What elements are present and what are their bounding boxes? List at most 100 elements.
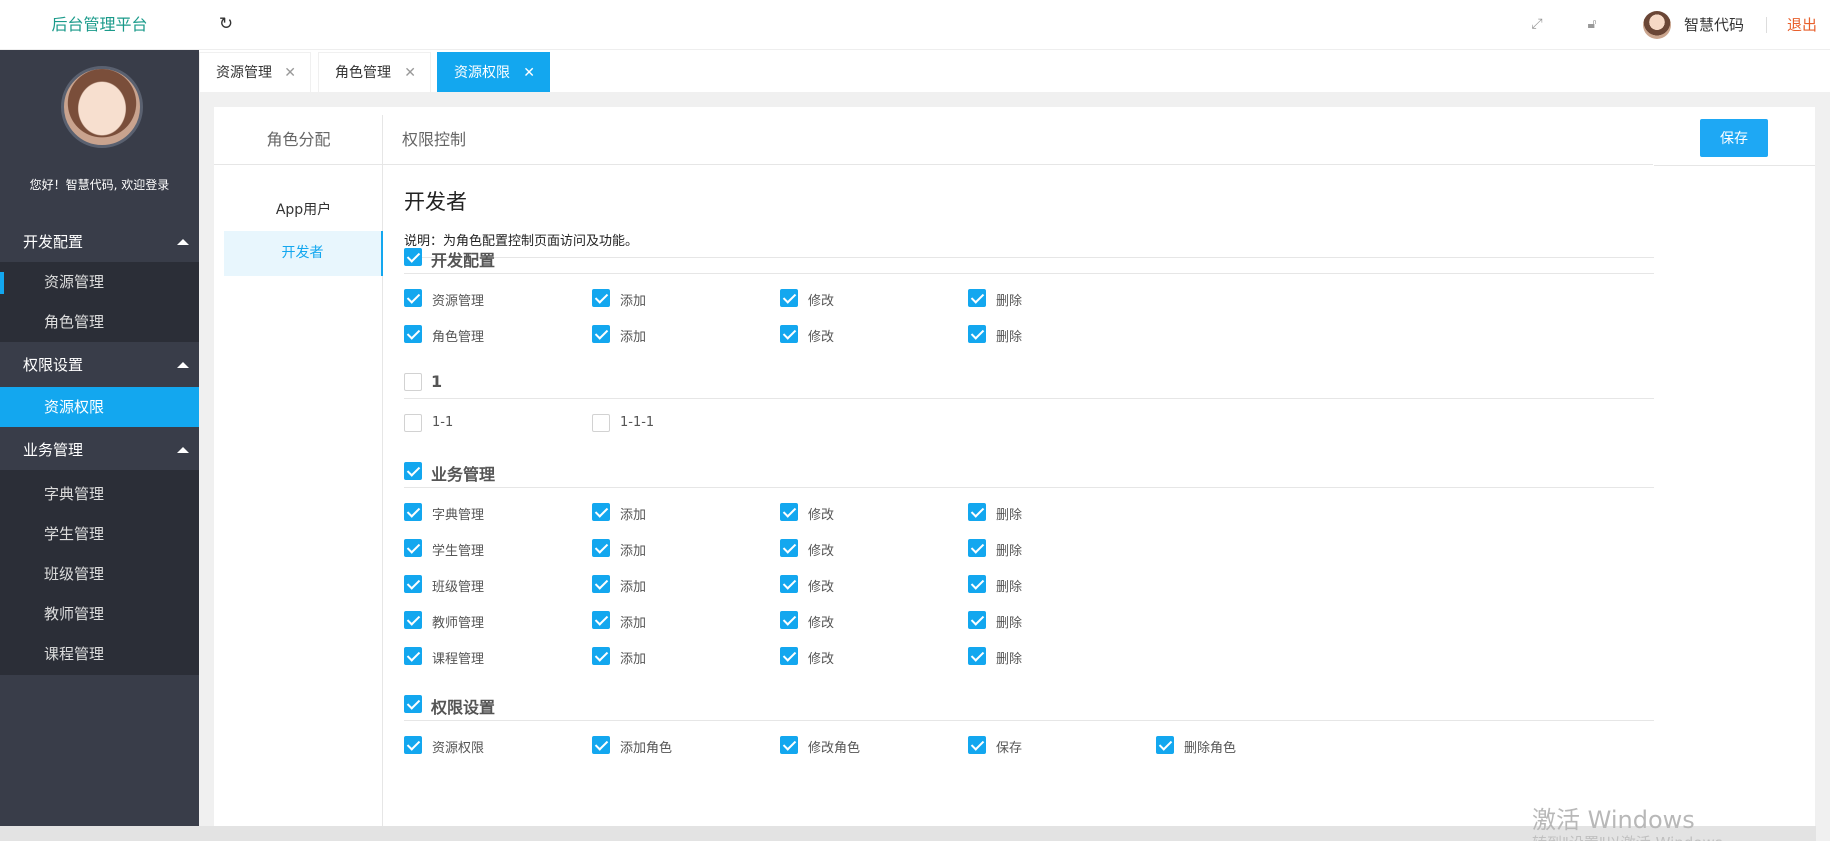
permission-checkbox[interactable] — [968, 325, 986, 343]
permission-label: 角色管理 — [432, 330, 485, 345]
permission-checkbox[interactable] — [592, 289, 610, 307]
sidebar-item-label: 班级管理 — [44, 565, 105, 583]
permission-checkbox[interactable] — [592, 611, 610, 629]
menu-group-label: 业务管理 — [23, 441, 84, 459]
selected-role-title: 开发者 — [404, 190, 467, 214]
role-item-app-user[interactable]: App用户 — [224, 188, 383, 233]
permission-checkbox[interactable] — [592, 575, 610, 593]
permission-checkbox[interactable] — [968, 611, 986, 629]
permission-checkbox[interactable] — [404, 575, 422, 593]
permission-checkbox[interactable] — [592, 503, 610, 521]
close-icon[interactable]: ✕ — [284, 53, 296, 93]
refresh-icon[interactable]: ↻ — [216, 14, 236, 34]
permission-checkbox[interactable] — [780, 736, 798, 754]
group-checkbox[interactable] — [404, 373, 422, 391]
top-header: 后台管理平台 ↻ ⤢ 🔓︎ 智慧代码 退出 — [0, 0, 1830, 50]
tab-label: 资源权限 — [454, 65, 510, 81]
permission-checkbox[interactable] — [968, 503, 986, 521]
permission-checkbox[interactable] — [592, 325, 610, 343]
permission-checkbox[interactable] — [780, 647, 798, 665]
menu-group-dev-config[interactable]: 开发配置 — [0, 222, 199, 262]
permission-label: 删除 — [996, 616, 1023, 631]
lock-icon[interactable]: 🔓︎ — [1582, 14, 1602, 34]
permission-checkbox[interactable] — [404, 325, 422, 343]
permission-checkbox[interactable] — [780, 325, 798, 343]
permission-checkbox[interactable] — [968, 289, 986, 307]
permission-label: 教师管理 — [432, 616, 485, 631]
permission-checkbox[interactable] — [968, 575, 986, 593]
tab-resource-permission[interactable]: 资源权限 ✕ — [437, 52, 550, 92]
permission-checkbox[interactable] — [404, 647, 422, 665]
permission-checkbox[interactable] — [780, 539, 798, 557]
caret-up-icon — [177, 362, 189, 368]
sidebar-item-students[interactable]: 学生管理 — [0, 514, 199, 554]
save-button[interactable]: 保存 — [1700, 119, 1768, 157]
permission-checkbox[interactable] — [1156, 736, 1174, 754]
permission-checkbox[interactable] — [592, 539, 610, 557]
sidebar-item-teachers[interactable]: 教师管理 — [0, 594, 199, 634]
permission-label: 删除 — [996, 580, 1023, 595]
sidebar-item-dictionary[interactable]: 字典管理 — [0, 474, 199, 514]
tab-role-management[interactable]: 角色管理 ✕ — [318, 52, 431, 92]
group-divider — [404, 487, 1654, 488]
permission-panel-title: 权限控制 — [383, 115, 1653, 165]
permission-label: 字典管理 — [432, 508, 485, 523]
group-checkbox[interactable] — [404, 695, 422, 713]
user-avatar[interactable] — [1643, 11, 1671, 39]
permission-label: 删除 — [996, 652, 1023, 667]
permission-checkbox[interactable] — [404, 539, 422, 557]
menu-group-business-management[interactable]: 业务管理 — [0, 430, 199, 470]
tab-bar: 资源管理 ✕ 角色管理 ✕ 资源权限 ✕ — [199, 50, 1830, 92]
group-checkbox[interactable] — [404, 462, 422, 480]
permission-label: 添加 — [620, 294, 647, 309]
user-name[interactable]: 智慧代码 — [1684, 0, 1744, 50]
sidebar-item-courses[interactable]: 课程管理 — [0, 634, 199, 674]
close-icon[interactable]: ✕ — [404, 53, 416, 93]
permission-checkbox[interactable] — [968, 736, 986, 754]
permission-checkbox[interactable] — [592, 736, 610, 754]
permission-label: 删除 — [996, 294, 1023, 309]
permission-label: 修改 — [808, 508, 835, 523]
menu-group-label: 开发配置 — [23, 233, 84, 251]
permission-label: 删除 — [996, 544, 1023, 559]
permission-label: 修改 — [808, 580, 835, 595]
logout-link[interactable]: 退出 — [1787, 0, 1817, 50]
permission-label: 1-1 — [432, 415, 454, 430]
permission-label: 修改角色 — [808, 741, 861, 756]
permission-checkbox[interactable] — [780, 289, 798, 307]
permission-checkbox[interactable] — [404, 289, 422, 307]
group-label: 1 — [431, 372, 443, 391]
permission-checkbox[interactable] — [404, 414, 422, 432]
app-logo[interactable]: 后台管理平台 — [0, 0, 199, 50]
sidebar-item-label: 教师管理 — [44, 605, 105, 623]
sidebar-item-resource-management[interactable]: 资源管理 — [0, 262, 199, 302]
permission-label: 1-1-1 — [620, 415, 655, 430]
permission-label: 修改 — [808, 616, 835, 631]
permission-checkbox[interactable] — [780, 503, 798, 521]
permission-checkbox[interactable] — [592, 647, 610, 665]
sidebar-item-resource-permission[interactable]: 资源权限 — [0, 387, 199, 427]
close-icon[interactable]: ✕ — [523, 53, 535, 93]
permission-label: 添加 — [620, 616, 647, 631]
sidebar-item-classes[interactable]: 班级管理 — [0, 554, 199, 594]
permission-label: 资源权限 — [432, 741, 485, 756]
header-divider — [1654, 165, 1815, 166]
sidebar-avatar — [61, 66, 143, 148]
sidebar-item-label: 资源管理 — [44, 273, 105, 291]
menu-group-permission-settings[interactable]: 权限设置 — [0, 345, 199, 385]
permission-checkbox[interactable] — [780, 611, 798, 629]
permission-checkbox[interactable] — [968, 647, 986, 665]
sidebar-item-role-management[interactable]: 角色管理 — [0, 302, 199, 342]
permission-checkbox[interactable] — [592, 414, 610, 432]
permission-checkbox[interactable] — [404, 611, 422, 629]
permission-checkbox[interactable] — [404, 736, 422, 754]
permission-checkbox[interactable] — [780, 575, 798, 593]
role-item-developer[interactable]: 开发者 — [224, 231, 383, 276]
permission-checkbox[interactable] — [968, 539, 986, 557]
group-divider — [404, 720, 1654, 721]
group-checkbox[interactable] — [404, 248, 422, 266]
fullscreen-icon[interactable]: ⤢ — [1527, 14, 1547, 34]
permission-checkbox[interactable] — [404, 503, 422, 521]
permission-label: 添加 — [620, 544, 647, 559]
tab-resource-management[interactable]: 资源管理 ✕ — [199, 52, 311, 92]
